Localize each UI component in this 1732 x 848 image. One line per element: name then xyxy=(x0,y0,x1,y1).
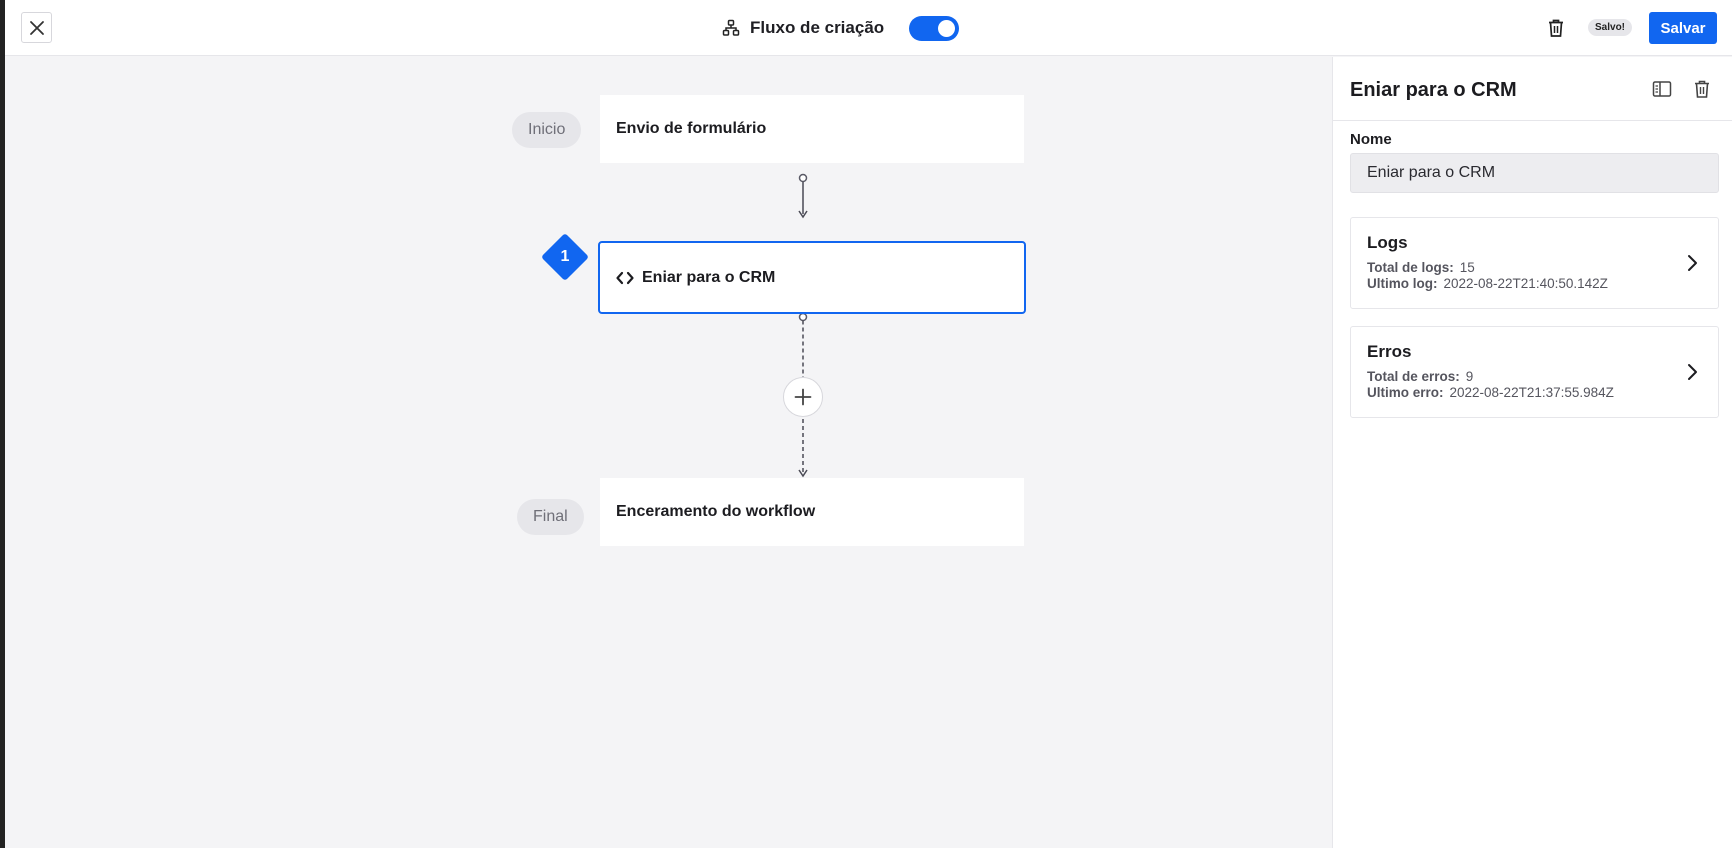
node-label: Enceramento do workflow xyxy=(616,503,816,520)
errors-total-label: Total de erros: xyxy=(1367,369,1460,384)
start-tag: Inicio xyxy=(512,112,582,148)
flow-title: Fluxo de criação xyxy=(722,15,884,41)
errors-card[interactable]: Erros Total de erros: 9 Ultimo erro: 2022-… xyxy=(1350,326,1719,418)
save-button[interactable]: Salvar xyxy=(1649,12,1717,44)
node-form-submission[interactable]: Envio de formulário xyxy=(600,95,1024,163)
errors-total: Total de erros: 9 xyxy=(1367,369,1473,384)
code-icon xyxy=(616,271,634,284)
logs-card[interactable]: Logs Total de logs: 15 Ultimo log: 2022-08… xyxy=(1350,217,1719,309)
logs-total: Total de logs: 15 xyxy=(1367,260,1475,275)
end-tag: Final xyxy=(517,499,584,535)
flow-active-toggle[interactable] xyxy=(909,16,959,41)
name-input[interactable] xyxy=(1350,153,1719,193)
toggle-knob xyxy=(938,20,955,37)
logs-last: Ultimo log: 2022-08-22T21:40:50.142Z xyxy=(1367,276,1608,291)
connectors xyxy=(798,173,808,478)
node-label: Envio de formulário xyxy=(616,120,767,137)
panel-layout-icon[interactable] xyxy=(1651,78,1673,100)
errors-total-value: 9 xyxy=(1465,369,1474,384)
workflow-canvas: Inicio Envio de formulário 1 Eniar para … xyxy=(5,57,1332,848)
node-send-to-crm[interactable]: Eniar para o CRM xyxy=(598,241,1026,314)
errors-last-label: Ultimo erro: xyxy=(1367,385,1444,400)
logs-last-label: Ultimo log: xyxy=(1367,276,1438,291)
errors-last: Ultimo erro: 2022-08-22T21:37:55.984Z xyxy=(1367,385,1614,400)
node-details-panel: Eniar para o CRM Nome Logs Total de logs… xyxy=(1332,57,1732,848)
panel-header: Eniar para o CRM xyxy=(1333,57,1732,121)
errors-title: Erros xyxy=(1367,342,1412,361)
trash-icon[interactable] xyxy=(1691,78,1713,100)
name-field-label: Nome xyxy=(1350,131,1392,148)
step-number: 1 xyxy=(560,248,570,265)
logs-last-value: 2022-08-22T21:40:50.142Z xyxy=(1443,276,1608,291)
logs-total-label: Total de logs: xyxy=(1367,260,1454,275)
node-label: Eniar para o CRM xyxy=(642,268,776,286)
saved-status-badge: Salvo! xyxy=(1588,19,1633,36)
panel-title: Eniar para o CRM xyxy=(1350,79,1517,101)
chevron-right-icon xyxy=(1688,364,1697,380)
trash-icon[interactable] xyxy=(1545,17,1567,39)
logs-total-value: 15 xyxy=(1459,260,1475,275)
logs-title: Logs xyxy=(1367,233,1408,252)
node-workflow-end[interactable]: Enceramento do workflow xyxy=(600,478,1024,546)
chevron-right-icon xyxy=(1688,255,1697,271)
close-icon xyxy=(29,20,44,35)
flow-title-text: Fluxo de criação xyxy=(750,18,885,37)
close-button[interactable] xyxy=(21,12,52,43)
top-bar: Fluxo de criação Salvo! Salvar xyxy=(5,0,1732,56)
flow-tree-icon xyxy=(722,19,740,36)
errors-last-value: 2022-08-22T21:37:55.984Z xyxy=(1449,385,1614,400)
plus-icon xyxy=(794,388,812,406)
add-step-button[interactable] xyxy=(783,377,823,417)
